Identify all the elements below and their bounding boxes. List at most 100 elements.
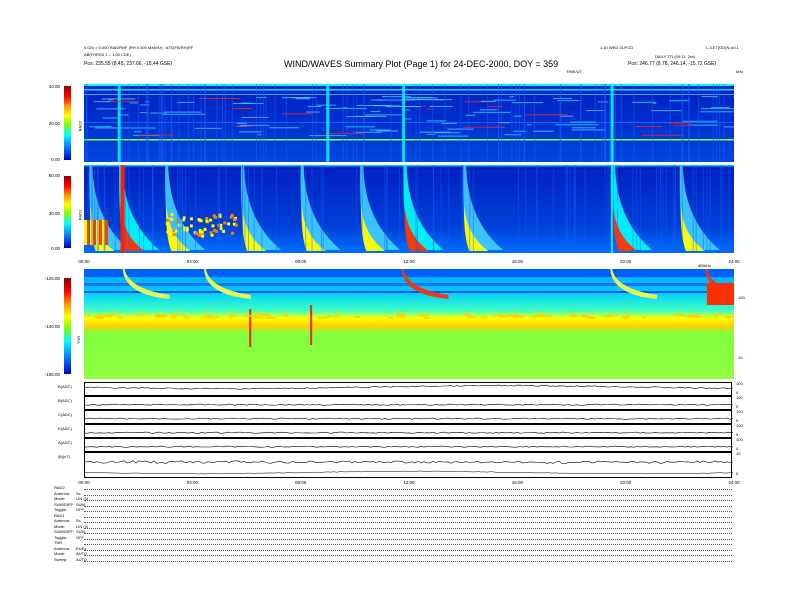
rad2-streak [128, 84, 130, 162]
rad2-emission-line [427, 108, 432, 110]
line-panel-right-tick: 100 [736, 437, 743, 442]
rad2-streak [594, 84, 596, 162]
rad1-streak [702, 165, 704, 253]
rad1-streak [536, 165, 538, 253]
rad2-tick-top: 40.00 [48, 84, 60, 89]
rad2-streak [444, 84, 446, 162]
tnr-plasma-line [480, 316, 487, 319]
rad2-emission-line [96, 108, 126, 110]
rad1-emission-patch [165, 222, 169, 226]
rad2-streak [511, 84, 513, 162]
setting-value: Sx [76, 490, 81, 496]
bottom-time-tick: 00:00 [78, 480, 90, 485]
rad1-streak [320, 165, 322, 253]
tnr-plasma-line [642, 316, 647, 319]
rad2-emission-line [241, 102, 252, 104]
tnr-plasma-line [117, 316, 122, 319]
rad2-emission-line [405, 97, 433, 99]
rad1-streak [103, 165, 105, 253]
line-panel-svg [85, 445, 733, 448]
setting-row-rule [84, 555, 732, 556]
rad1-streak [662, 165, 664, 253]
tnr-plasma-line [97, 316, 104, 319]
rad2-burst [326, 84, 330, 162]
rad1-streak [416, 165, 418, 253]
setting-key: SUM/DIFF: [54, 529, 74, 534]
rad1-streak [673, 165, 675, 253]
header-left-line1: 0.020 > 0.000 RAD/RHF (RH 0.000 Mz/kHz) … [84, 45, 194, 50]
line-panel [84, 382, 733, 396]
rad2-streak [224, 84, 226, 162]
rad2-emission-line [345, 126, 376, 128]
rad1-streak [632, 165, 634, 253]
rad1-streak [97, 165, 99, 253]
rad2-streak [559, 84, 561, 162]
rad1-emission-patch [170, 217, 174, 221]
rad2-streak [216, 84, 218, 162]
rad1-emission-patch [167, 226, 171, 230]
rad1-streak [472, 165, 474, 253]
rad1-emission-patch [222, 229, 226, 233]
rad1-streak [114, 165, 116, 253]
rad2-emission-line [295, 98, 310, 100]
rad1-streak [525, 165, 527, 253]
rad2-streak [468, 84, 470, 162]
rad1-label: RAD1 [77, 209, 83, 221]
rad1-streak [517, 165, 519, 253]
tnr-plasma-line [354, 315, 361, 318]
rad2-emission-line [369, 129, 392, 131]
rad2-emission-line [364, 114, 404, 116]
rad2-streak [688, 84, 690, 162]
rad2-emission-line [282, 113, 314, 115]
line-series [85, 460, 733, 464]
rad2-emission-line [711, 107, 730, 109]
tnr-plasma-line [542, 314, 552, 317]
rad2-streak [363, 84, 365, 162]
rad1-streak [386, 165, 388, 253]
rad1-emission-patch [189, 224, 193, 228]
bottom-time-tick: 12:00 [403, 480, 415, 485]
rad2-streak [158, 84, 160, 162]
rad1-streak [241, 165, 243, 253]
rad2-emission-line [669, 100, 690, 102]
rad1-tick-mid: 30.00 [48, 211, 60, 216]
rad1-streak [660, 165, 662, 253]
rad1-streak [138, 165, 140, 253]
rad1-streak [636, 165, 638, 253]
rad2-emission-line [118, 114, 129, 116]
rad2-emission-line [569, 121, 596, 123]
tnr-plasma-line [284, 313, 288, 316]
setting-row-rule [84, 527, 732, 529]
line-panel-svg [85, 431, 733, 434]
setting-row-rule [84, 489, 732, 490]
setting-row-rule [84, 522, 732, 523]
rad1-emission-patch [189, 217, 193, 221]
rad2-emission-line [527, 124, 532, 126]
rad2-streak [501, 84, 503, 162]
rad2-emission-line [481, 100, 496, 102]
rad2-emission-line [356, 104, 392, 106]
rad2-emission-line [129, 102, 138, 104]
rad2-emission-line [427, 133, 435, 135]
setting-value: Sx [76, 518, 81, 523]
rad2-streak [121, 84, 123, 162]
rad1-streak [128, 165, 130, 253]
rad1-streak [247, 165, 249, 253]
rad1-streak [613, 165, 615, 253]
rad1-colorbar [64, 176, 71, 248]
line-panel-label: A(ADC) [58, 440, 72, 445]
tnr-spike [249, 309, 252, 347]
rad1-streak [361, 165, 363, 253]
line-panel-right-tick: 100 [736, 409, 743, 414]
rad2-streak [712, 84, 714, 162]
rad2-emission-line [641, 134, 684, 136]
rad1-streak [720, 165, 722, 253]
rad2-emission-line [488, 105, 503, 107]
rad1-time-tick: 08:00 [295, 259, 307, 264]
rad1-streak [195, 165, 197, 253]
rad1-strong-burst [120, 165, 125, 253]
rad2-streak [487, 84, 489, 162]
setting-key: Toggle: [54, 507, 67, 512]
rad2-emission-line [513, 115, 522, 117]
tnr-plasma-line [626, 313, 631, 316]
